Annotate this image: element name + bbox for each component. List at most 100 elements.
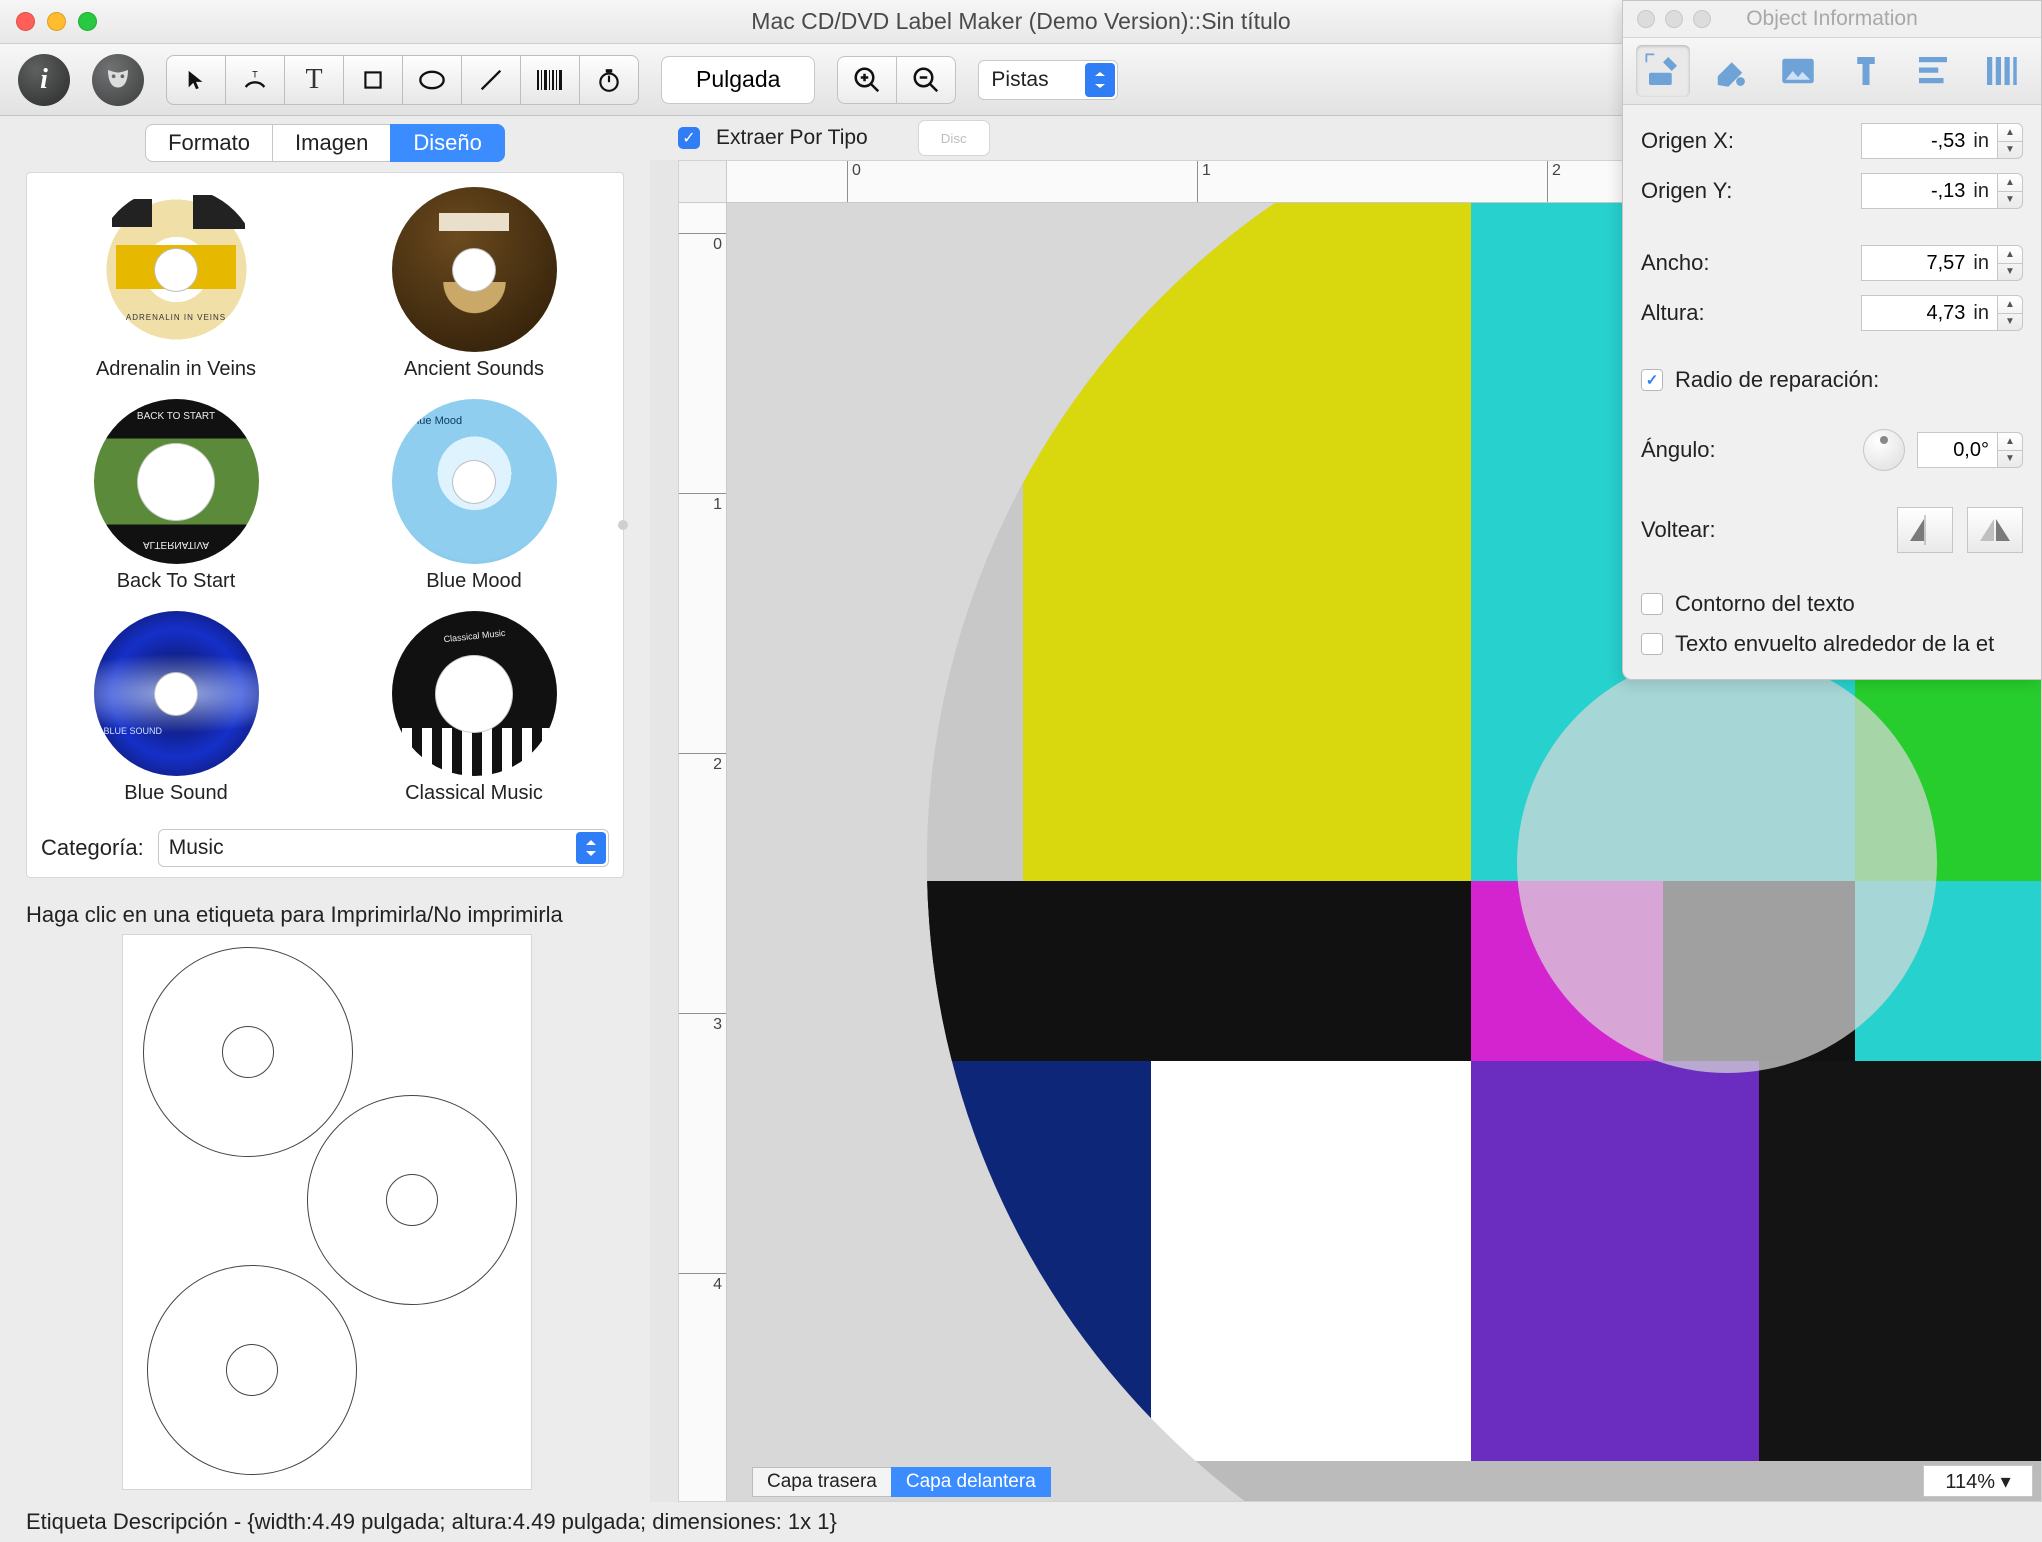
- ruler-tick: 1: [679, 493, 726, 514]
- ellipse-tool-button[interactable]: [402, 55, 462, 105]
- zoom-controls: [837, 56, 956, 104]
- units-button[interactable]: Pulgada: [661, 56, 815, 104]
- inspector-zoom-button[interactable]: [1693, 10, 1711, 28]
- flip-vertical-button[interactable]: [1967, 507, 2023, 553]
- inspector-tab-image[interactable]: [1771, 45, 1825, 97]
- drama-mask-icon: [103, 65, 133, 95]
- layer-back-tab[interactable]: Capa trasera: [752, 1467, 892, 1497]
- text-outline-label: Contorno del texto: [1675, 591, 1855, 617]
- inspector-close-button[interactable]: [1637, 10, 1655, 28]
- label-layout-preview[interactable]: [122, 934, 532, 1490]
- minimize-window-button[interactable]: [47, 12, 66, 31]
- sidebar-tabs: Formato Imagen Diseño: [145, 124, 505, 162]
- tracks-dropdown[interactable]: Pistas: [978, 60, 1118, 100]
- ruler-vertical: 0 1 2 3 4: [679, 203, 727, 1501]
- ruler-tick: 0: [847, 161, 861, 202]
- status-bar: Etiqueta Descripción - {width:4.49 pulga…: [0, 1502, 2042, 1542]
- layout-hint: Haga clic en una etiqueta para Imprimirl…: [26, 902, 624, 928]
- tab-format[interactable]: Formato: [145, 124, 273, 162]
- height-label: Altura:: [1641, 300, 1705, 326]
- tracks-dropdown-value: Pistas: [991, 68, 1048, 92]
- inspector-tabs: [1623, 37, 2041, 105]
- chevron-updown-icon: [576, 832, 606, 864]
- height-stepper[interactable]: ▲▼: [1997, 295, 2023, 331]
- ruler-corner: [679, 161, 727, 203]
- design-item[interactable]: ADRENALIN IN VEINS Adrenalin in Veins: [27, 187, 325, 393]
- disc-center-hole: [1517, 653, 1937, 1073]
- tab-design[interactable]: Diseño: [390, 124, 504, 162]
- unit-label: in: [1973, 295, 1997, 331]
- design-item[interactable]: Blue Mood Blue Mood: [325, 399, 623, 605]
- origin-x-input[interactable]: [1861, 123, 1973, 159]
- layer-front-tab[interactable]: Capa delantera: [891, 1467, 1051, 1497]
- design-item-label: Classical Music: [405, 782, 543, 805]
- text-wrap-checkbox[interactable]: [1641, 633, 1663, 655]
- barcode-tool-button[interactable]: [520, 55, 580, 105]
- design-item[interactable]: Ancient Sounds: [325, 187, 623, 393]
- design-item-label: Ancient Sounds: [404, 358, 544, 381]
- tab-image[interactable]: Imagen: [272, 124, 391, 162]
- extract-checkbox[interactable]: ✓: [678, 127, 700, 149]
- zoom-in-button[interactable]: [837, 56, 897, 104]
- inspector-tab-geometry[interactable]: [1636, 45, 1690, 97]
- width-input[interactable]: [1861, 245, 1973, 281]
- layer-tabs: Capa trasera Capa delantera: [753, 1467, 1051, 1497]
- design-item-label: Blue Sound: [124, 782, 227, 805]
- angle-stepper[interactable]: ▲▼: [1997, 432, 2023, 468]
- unit-label: in: [1973, 173, 1997, 209]
- mask-icon[interactable]: [92, 54, 144, 106]
- angle-knob[interactable]: [1863, 429, 1905, 471]
- ruler-tick: 3: [679, 1013, 726, 1034]
- ruler-tick: 2: [1547, 161, 1561, 202]
- inspector-titlebar[interactable]: Object Information: [1623, 1, 2041, 37]
- info-icon[interactable]: i: [18, 54, 70, 106]
- origin-y-input[interactable]: [1861, 173, 1973, 209]
- timer-tool-button[interactable]: [579, 55, 639, 105]
- line-tool-button[interactable]: [461, 55, 521, 105]
- width-label: Ancho:: [1641, 250, 1710, 276]
- ruler-tick: 4: [679, 1273, 726, 1294]
- zoom-window-button[interactable]: [78, 12, 97, 31]
- chevron-down-icon: [1085, 63, 1115, 97]
- rectangle-tool-button[interactable]: [343, 55, 403, 105]
- close-window-button[interactable]: [16, 12, 35, 31]
- zoom-out-button[interactable]: [896, 56, 956, 104]
- inspector-panel: Object Information Origen X: in ▲▼ Orige…: [1622, 0, 2042, 680]
- svg-text:T: T: [252, 69, 258, 79]
- text-tool-button[interactable]: T: [284, 55, 344, 105]
- inspector-min-button[interactable]: [1665, 10, 1683, 28]
- repair-radius-checkbox[interactable]: ✓: [1641, 369, 1663, 391]
- unit-label: in: [1973, 123, 1997, 159]
- design-item-label: Blue Mood: [426, 570, 522, 593]
- height-input[interactable]: [1861, 295, 1973, 331]
- repair-radius-label: Radio de reparación:: [1675, 367, 1879, 393]
- origin-y-stepper[interactable]: ▲▼: [1997, 173, 2023, 209]
- inspector-tab-fill[interactable]: [1703, 45, 1757, 97]
- extract-label: Extraer Por Tipo: [716, 126, 868, 150]
- inspector-tab-text[interactable]: [1839, 45, 1893, 97]
- pointer-tool-button[interactable]: [166, 55, 226, 105]
- tool-palette: T T: [166, 55, 639, 105]
- inspector-tab-align[interactable]: [1906, 45, 1960, 97]
- design-item[interactable]: Classical Music Classical Music: [325, 611, 623, 817]
- designs-panel: ADRENALIN IN VEINS Adrenalin in Veins An…: [26, 172, 624, 878]
- window-controls: [16, 12, 97, 31]
- origin-x-stepper[interactable]: ▲▼: [1997, 123, 2023, 159]
- category-label: Categoría:: [41, 835, 144, 861]
- text-outline-checkbox[interactable]: [1641, 593, 1663, 615]
- angle-label: Ángulo:: [1641, 437, 1716, 463]
- design-item-label: Adrenalin in Veins: [96, 358, 256, 381]
- ruler-tick: 2: [679, 753, 726, 774]
- flip-horizontal-button[interactable]: [1897, 507, 1953, 553]
- zoom-readout[interactable]: 114% ▾: [1923, 1465, 2033, 1497]
- design-item[interactable]: BLUE SOUND Blue Sound: [27, 611, 325, 817]
- design-item[interactable]: BACK TO START ALTERNATIVA Back To Start: [27, 399, 325, 605]
- unit-label: in: [1973, 245, 1997, 281]
- angle-input[interactable]: [1917, 432, 1997, 468]
- inspector-tab-layers[interactable]: [1974, 45, 2028, 97]
- arc-text-tool-button[interactable]: T: [225, 55, 285, 105]
- panel-resize-handle[interactable]: [618, 520, 628, 530]
- ruler-tick: 1: [1197, 161, 1211, 202]
- width-stepper[interactable]: ▲▼: [1997, 245, 2023, 281]
- category-select[interactable]: Music: [158, 829, 609, 867]
